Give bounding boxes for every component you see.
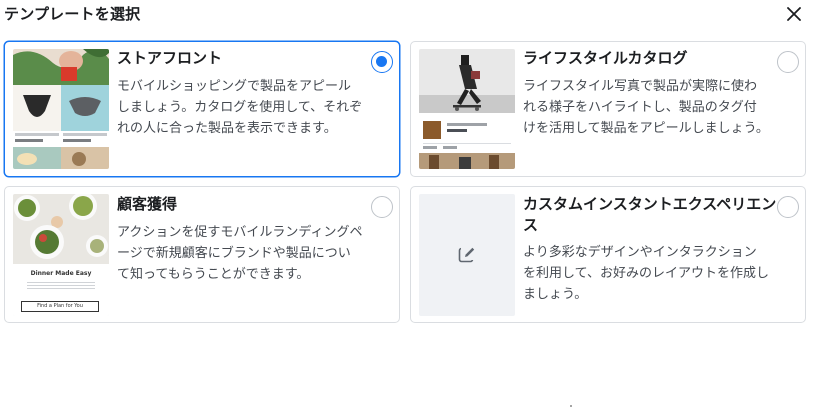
card-description: ライフスタイル写真で製品が実際に使われる様子をハイライトし、製品のタグ付けを活用… xyxy=(523,79,769,136)
template-card-custom-instant-experience[interactable]: カスタムインスタントエクスペリエンス より多彩なデザインやインタラクションを利用… xyxy=(410,186,806,323)
close-icon xyxy=(787,7,801,21)
stray-dot xyxy=(570,405,572,407)
card-title: ストアフロント xyxy=(117,49,223,67)
thumb-cta: Find a Plan for You xyxy=(21,301,99,312)
edit-icon xyxy=(458,247,475,263)
thumb-subtext xyxy=(27,280,95,290)
dialog-header: テンプレートを選択 xyxy=(0,0,814,32)
radio-unselected[interactable] xyxy=(777,196,799,218)
close-button[interactable] xyxy=(784,4,804,24)
template-card-storefront[interactable]: ストアフロント モバイルショッピングで製品をアピールしましょう。カタログを使用し… xyxy=(4,41,400,177)
card-description: アクションを促すモバイルランディングページで新規顧客にブランドや製品について知っ… xyxy=(117,225,363,282)
card-description: モバイルショッピングで製品をアピールしましょう。カタログを使用して、それぞれの人… xyxy=(117,79,363,136)
card-title: ライフスタイルカタログ xyxy=(523,49,688,67)
template-card-lifestyle-catalog[interactable]: ライフスタイルカタログ ライフスタイル写真で製品が実際に使われる様子をハイライト… xyxy=(410,41,806,177)
custom-thumbnail-placeholder xyxy=(419,194,515,316)
thumb-heading: Dinner Made Easy xyxy=(30,270,92,277)
lifestyle-thumbnail xyxy=(419,49,515,169)
acquisition-thumbnail: Dinner Made Easy Find a Plan for You xyxy=(13,194,109,316)
radio-selected[interactable] xyxy=(371,51,393,73)
storefront-thumbnail xyxy=(13,49,109,169)
template-card-customer-acquisition[interactable]: Dinner Made Easy Find a Plan for You 顧客獲… xyxy=(4,186,400,323)
radio-unselected[interactable] xyxy=(371,196,393,218)
card-title: 顧客獲得 xyxy=(117,195,178,213)
radio-unselected[interactable] xyxy=(777,51,799,73)
card-description: より多彩なデザインやインタラクションを利用して、お好みのレイアウトを作成しましょ… xyxy=(523,245,769,302)
dialog-title: テンプレートを選択 xyxy=(4,5,141,23)
card-title: カスタムインスタントエクスペリエンス xyxy=(523,195,777,234)
